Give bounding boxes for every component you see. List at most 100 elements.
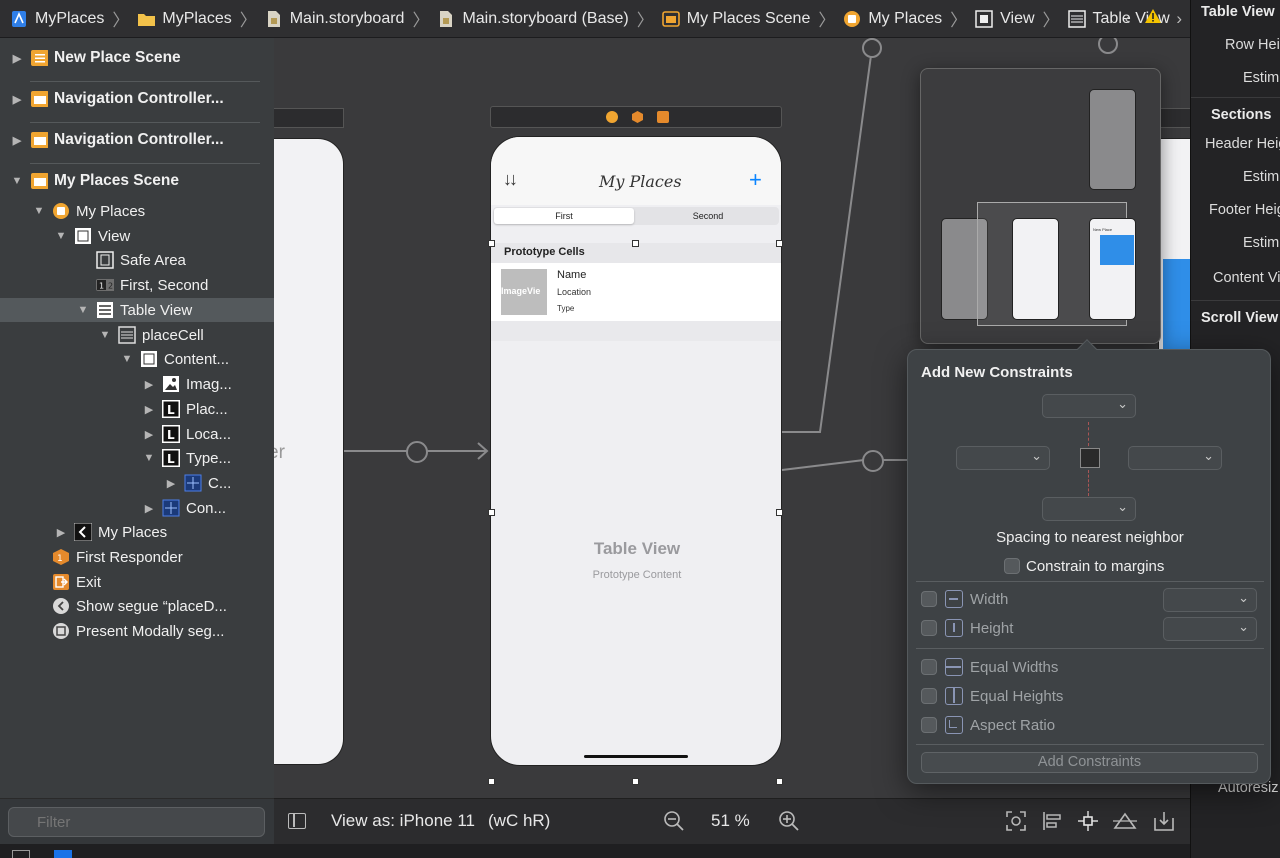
add-constraints-icon[interactable]: [1077, 810, 1099, 837]
breadcrumb-item[interactable]: Main.storyboard (Base): [437, 10, 629, 28]
outline-item-place-cell[interactable]: ▼ placeCell: [0, 323, 274, 347]
view-controller-icon[interactable]: [606, 111, 618, 123]
disclosure-down-icon[interactable]: ▼: [10, 175, 24, 187]
disclosure-right-icon[interactable]: ▶: [10, 52, 24, 65]
view-as-device[interactable]: View as: iPhone 11: [331, 811, 475, 831]
equal-widths-checkbox[interactable]: [921, 659, 937, 675]
disclosure-right-icon[interactable]: ▶: [142, 378, 156, 391]
leading-spacing-dropdown[interactable]: [956, 446, 1050, 470]
top-spacing-dropdown[interactable]: [1042, 394, 1136, 418]
resize-handle[interactable]: [632, 240, 639, 247]
hide-debug-icon[interactable]: [12, 850, 30, 858]
disclosure-right-icon[interactable]: ▶: [142, 403, 156, 416]
segment-first[interactable]: First: [494, 208, 634, 224]
outline-item-location-label[interactable]: ▶ L Loca...: [0, 422, 274, 446]
embed-in-icon[interactable]: [1153, 810, 1175, 837]
chevron-left-icon[interactable]: ‹: [1125, 9, 1131, 29]
bottom-spacing-dropdown[interactable]: [1042, 497, 1136, 521]
breadcrumb-item[interactable]: My Places: [843, 10, 942, 28]
chevron-right-icon[interactable]: ›: [1176, 9, 1182, 29]
disclosure-down-icon[interactable]: ▼: [142, 452, 156, 464]
outline-item-type-label[interactable]: ▼ L Type...: [0, 446, 274, 470]
breadcrumb-item[interactable]: MyPlaces: [10, 10, 104, 28]
resize-handle[interactable]: [776, 778, 783, 785]
canvas-minimap[interactable]: New Place: [920, 68, 1161, 344]
add-constraints-button[interactable]: Add Constraints: [921, 752, 1258, 773]
outline-scene-new-place[interactable]: ▶ New Place Scene: [0, 46, 274, 70]
resize-handle[interactable]: [776, 509, 783, 516]
breadcrumb-item[interactable]: MyPlaces: [137, 10, 232, 28]
disclosure-right-icon[interactable]: ▶: [10, 134, 24, 147]
outline-scene-navigation-controller[interactable]: ▶ Navigation Controller...: [0, 87, 274, 111]
outline-scene-navigation-controller[interactable]: ▶ Navigation Controller...: [0, 128, 274, 152]
breadcrumb-item[interactable]: View: [975, 10, 1035, 28]
disclosure-right-icon[interactable]: ▶: [142, 502, 156, 515]
disclosure-down-icon[interactable]: ▼: [120, 353, 134, 365]
toggle-outline-icon[interactable]: [288, 813, 306, 829]
scene-partial-view[interactable]: er: [274, 138, 344, 765]
resize-handle[interactable]: [632, 778, 639, 785]
segment-second[interactable]: Second: [638, 208, 778, 224]
prototype-cell[interactable]: ImageVie Name Location Type: [491, 263, 781, 321]
exit-icon[interactable]: [657, 111, 669, 123]
height-value-dropdown[interactable]: [1163, 617, 1257, 641]
disclosure-right-icon[interactable]: ▶: [142, 428, 156, 441]
outline-item-first-responder[interactable]: ▶ 1 First Responder: [0, 545, 274, 569]
segue-icon[interactable]: [406, 441, 428, 463]
equal-heights-checkbox[interactable]: [921, 688, 937, 704]
scene-dock[interactable]: [1158, 108, 1190, 128]
outline-item-present-modally-segue[interactable]: ▶ Present Modally seg...: [0, 619, 274, 643]
add-icon[interactable]: +: [749, 167, 762, 193]
sort-icon[interactable]: ↓↓: [503, 169, 518, 190]
outline-item-safe-area[interactable]: ▶ Safe Area: [0, 248, 274, 272]
resolve-auto-layout-icon[interactable]: [1113, 810, 1137, 837]
outline-item-table-view[interactable]: ▼ Table View: [0, 298, 274, 322]
outline-item-show-segue[interactable]: ▶ Show segue “placeD...: [0, 594, 274, 618]
outline-item-navigation-item[interactable]: ▶ My Places: [0, 520, 274, 544]
segmented-control[interactable]: First Second: [493, 207, 779, 225]
aspect-ratio-checkbox[interactable]: [921, 717, 937, 733]
console-toggle-icon[interactable]: [54, 850, 72, 858]
width-value-dropdown[interactable]: [1163, 588, 1257, 612]
disclosure-right-icon[interactable]: ▶: [164, 477, 178, 490]
first-responder-icon[interactable]: [632, 111, 643, 123]
resize-handle[interactable]: [488, 778, 495, 785]
outline-item-my-places-controller[interactable]: ▼ My Places: [0, 199, 274, 223]
outline-item-image-view[interactable]: ▶ Imag...: [0, 372, 274, 396]
disclosure-right-icon[interactable]: ▶: [54, 526, 68, 539]
bottom-constraint-strut[interactable]: [1088, 470, 1089, 496]
zoom-in-icon[interactable]: [778, 810, 800, 837]
segue-icon[interactable]: [862, 450, 884, 472]
width-checkbox[interactable]: [921, 591, 937, 607]
disclosure-down-icon[interactable]: ▼: [76, 304, 90, 316]
constrain-to-margins-checkbox[interactable]: [1004, 558, 1020, 574]
outline-item-constraints[interactable]: ▶ Con...: [0, 496, 274, 520]
disclosure-right-icon[interactable]: ▶: [10, 93, 24, 106]
outline-scene-my-places[interactable]: ▼ My Places Scene: [0, 169, 274, 193]
zoom-out-icon[interactable]: [663, 810, 685, 838]
outline-item-view[interactable]: ▼ View: [0, 224, 274, 248]
outline-item-segmented-control[interactable]: ▶ 12 First, Second: [0, 273, 274, 297]
breadcrumb-item[interactable]: My Places Scene: [661, 10, 810, 28]
outline-item-content-view[interactable]: ▼ Content...: [0, 347, 274, 371]
resize-handle[interactable]: [488, 240, 495, 247]
disclosure-down-icon[interactable]: ▼: [54, 230, 68, 242]
resize-handle[interactable]: [776, 240, 783, 247]
outline-item-place-label[interactable]: ▶ L Plac...: [0, 397, 274, 421]
segue-icon[interactable]: [862, 38, 882, 58]
disclosure-down-icon[interactable]: ▼: [98, 329, 112, 341]
outline-item-constraint[interactable]: ▶ C...: [0, 471, 274, 495]
scene-dock[interactable]: [274, 108, 344, 128]
outline-item-exit[interactable]: ▶ Exit: [0, 570, 274, 594]
update-frames-icon[interactable]: [1005, 810, 1027, 837]
warning-icon[interactable]: [1144, 8, 1162, 29]
align-icon[interactable]: [1041, 810, 1063, 837]
scene-dock[interactable]: [490, 106, 782, 128]
iphone-scene[interactable]: ↓↓ My Places + First Second Prototype Ce…: [490, 136, 782, 766]
disclosure-down-icon[interactable]: ▼: [32, 205, 46, 217]
trailing-spacing-dropdown[interactable]: [1128, 446, 1222, 470]
filter-input[interactable]: [8, 807, 265, 837]
top-constraint-strut[interactable]: [1088, 422, 1089, 446]
resize-handle[interactable]: [488, 509, 495, 516]
height-checkbox[interactable]: [921, 620, 937, 636]
